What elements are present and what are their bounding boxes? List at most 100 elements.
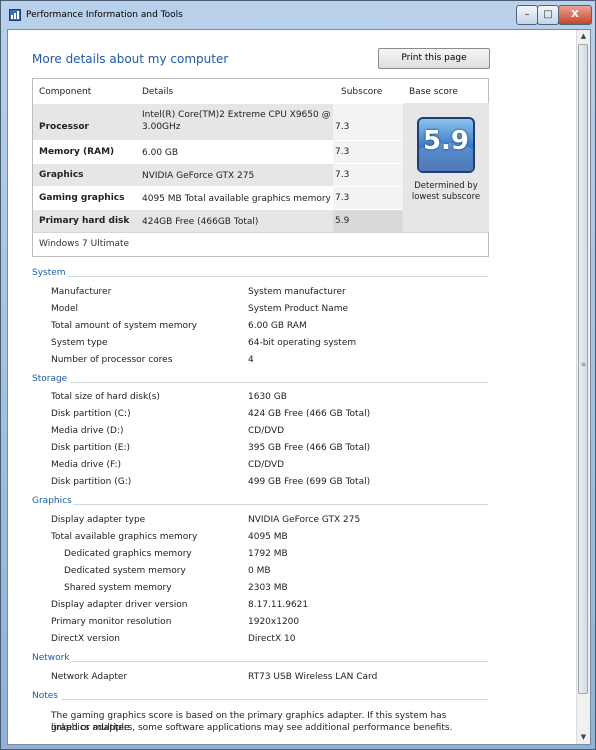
system-value-model: System Product Name (248, 304, 349, 314)
base-score-badge: 5.9 (417, 117, 475, 173)
base-caption-line1: Determined by (414, 181, 478, 191)
storage-label-g: Disk partition (G:) (51, 477, 132, 487)
storage-label-f: Media drive (F:) (51, 460, 122, 470)
score-row-gaming-graphics: Gaming graphics 4095 MB Total available … (33, 186, 403, 210)
graphics-value-resolution: 1920x1200 (248, 617, 300, 627)
row-detail: Intel(R) Core(TM)2 Extreme CPU X9650 @ (142, 110, 331, 120)
graphics-value-driver: 8.17.11.9621 (248, 600, 309, 610)
graphics-value-directx: DirectX 10 (248, 634, 296, 644)
row-detail: 6.00 GB (142, 148, 179, 158)
column-header-details: Details (142, 87, 174, 97)
score-row-memory: Memory (RAM) 6.00 GB 7.3 (33, 140, 403, 164)
storage-value-e: 395 GB Free (466 GB Total) (248, 443, 371, 453)
row-detail: 4095 MB Total available graphics memory (142, 194, 331, 204)
row-detail: 424GB Free (466GB Total) (142, 217, 259, 227)
row-detail: NVIDIA GeForce GTX 275 (142, 171, 255, 181)
vertical-scrollbar[interactable]: ▲ ≡ ▼ (576, 30, 590, 744)
base-score-value: 5.9 (422, 126, 470, 156)
system-label-cores: Number of processor cores (51, 355, 173, 365)
performance-window: Performance Information and Tools – □ X … (0, 0, 596, 750)
graphics-label-driver: Display adapter driver version (51, 600, 188, 610)
row-label: Gaming graphics (39, 193, 125, 203)
row-label: Memory (RAM) (39, 147, 115, 157)
page-title: More details about my computer (32, 52, 229, 66)
performance-app-icon (9, 9, 21, 21)
graphics-value-total-memory: 4095 MB (248, 532, 288, 542)
row-subscore: 7.3 (335, 193, 350, 203)
column-header-subscore: Subscore (341, 87, 383, 97)
system-label-model: Model (51, 304, 79, 314)
network-label-adapter: Network Adapter (51, 672, 128, 682)
maximize-button[interactable]: □ (537, 5, 559, 25)
network-value-adapter: RT73 USB Wireless LAN Card (248, 672, 378, 682)
scroll-thumb[interactable]: ≡ (578, 44, 588, 694)
system-label-type: System type (51, 338, 108, 348)
notes-line-2: graphics adapters, some software applica… (51, 723, 453, 733)
graphics-value-dedicated-system: 0 MB (248, 566, 271, 576)
graphics-label-total-memory: Total available graphics memory (51, 532, 198, 542)
system-value-manufacturer: System manufacturer (248, 287, 346, 297)
section-divider (62, 699, 488, 700)
section-title-storage: Storage (32, 374, 68, 384)
column-header-component: Component (39, 87, 92, 97)
table-divider (33, 232, 488, 233)
graphics-value-adapter: NVIDIA GeForce GTX 275 (248, 515, 361, 525)
column-header-base-score: Base score (409, 87, 458, 97)
print-page-button[interactable]: Print this page (378, 48, 490, 69)
section-title-notes: Notes (32, 691, 58, 701)
storage-label-e: Disk partition (E:) (51, 443, 130, 453)
storage-value-f: CD/DVD (248, 460, 285, 470)
row-subscore: 7.3 (335, 122, 350, 132)
graphics-label-shared-system: Shared system memory (64, 583, 172, 593)
storage-label-c: Disk partition (C:) (51, 409, 131, 419)
close-button[interactable]: X (558, 5, 592, 25)
system-value-memory: 6.00 GB RAM (248, 321, 307, 331)
section-title-system: System (32, 268, 66, 278)
system-value-type: 64-bit operating system (248, 338, 357, 348)
score-row-processor: Processor Intel(R) Core(TM)2 Extreme CPU… (33, 103, 403, 141)
graphics-label-directx: DirectX version (51, 634, 120, 644)
storage-value-d: CD/DVD (248, 426, 285, 436)
section-title-graphics: Graphics (32, 496, 72, 506)
storage-label-total: Total size of hard disk(s) (51, 392, 160, 402)
storage-value-total: 1630 GB (248, 392, 287, 402)
storage-value-g: 499 GB Free (699 GB Total) (248, 477, 371, 487)
row-label: Processor (39, 122, 89, 132)
row-subscore: 5.9 (335, 216, 350, 226)
storage-label-d: Media drive (D:) (51, 426, 124, 436)
graphics-label-adapter: Display adapter type (51, 515, 146, 525)
section-divider (72, 661, 488, 662)
system-label-manufacturer: Manufacturer (51, 287, 112, 297)
row-subscore: 7.3 (335, 147, 350, 157)
row-label: Primary hard disk (39, 216, 130, 226)
window-title: Performance Information and Tools (26, 10, 183, 20)
title-bar[interactable]: Performance Information and Tools – □ X (1, 1, 595, 29)
base-score-panel: 5.9 Determined by lowest subscore (403, 103, 489, 232)
section-divider (68, 276, 488, 277)
system-label-memory: Total amount of system memory (51, 321, 198, 331)
row-detail-line2: 3.00GHz (142, 122, 181, 132)
windows-edition: Windows 7 Ultimate (39, 239, 130, 249)
minimize-button[interactable]: – (516, 5, 538, 25)
content-area: More details about my computer Print thi… (7, 29, 591, 745)
graphics-label-resolution: Primary monitor resolution (51, 617, 172, 627)
score-row-primary-hard-disk: Primary hard disk 424GB Free (466GB Tota… (33, 209, 403, 233)
section-title-network: Network (32, 653, 70, 663)
section-divider (73, 504, 488, 505)
scroll-grip-icon: ≡ (581, 361, 587, 368)
scroll-up-arrow-icon[interactable]: ▲ (577, 30, 590, 43)
base-caption-line2: lowest subscore (411, 192, 481, 202)
score-row-graphics: Graphics NVIDIA GeForce GTX 275 7.3 (33, 163, 403, 187)
row-label: Graphics (39, 170, 84, 180)
row-subscore: 7.3 (335, 170, 350, 180)
scroll-down-arrow-icon[interactable]: ▼ (577, 731, 590, 744)
graphics-label-dedicated-system: Dedicated system memory (64, 566, 186, 576)
graphics-value-dedicated-graphics: 1792 MB (248, 549, 288, 559)
storage-value-c: 424 GB Free (466 GB Total) (248, 409, 371, 419)
graphics-value-shared-system: 2303 MB (248, 583, 288, 593)
graphics-label-dedicated-graphics: Dedicated graphics memory (64, 549, 192, 559)
section-divider (71, 382, 488, 383)
base-score-caption: Determined by lowest subscore (403, 181, 489, 203)
score-table: Component Details Subscore Base score Pr… (32, 78, 489, 257)
system-value-cores: 4 (248, 355, 254, 365)
